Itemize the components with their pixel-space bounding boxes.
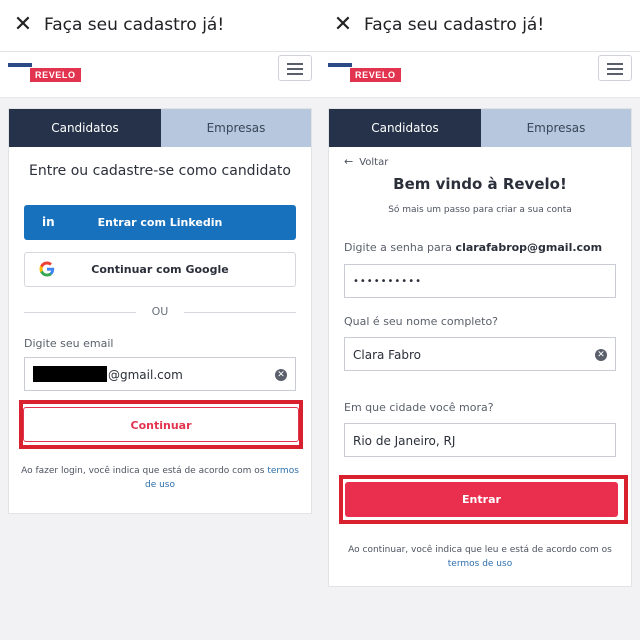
email-value: @gmail.com xyxy=(108,368,183,382)
logo-text: REVELO xyxy=(350,68,401,82)
tab-candidatos[interactable]: Candidatos xyxy=(329,109,481,147)
user-type-tabs: Candidatos Empresas xyxy=(9,109,311,147)
password-value: •••••••••• xyxy=(353,276,422,287)
revelo-logo[interactable]: REVELO xyxy=(8,62,82,84)
or-divider: OU xyxy=(24,305,296,319)
arrow-left-icon: ← xyxy=(344,155,354,168)
back-label: Voltar xyxy=(359,157,389,168)
tab-empresas[interactable]: Empresas xyxy=(481,109,631,147)
full-name-value: Clara Fabro xyxy=(353,348,421,362)
close-icon[interactable]: ✕ xyxy=(12,14,34,36)
signup-card: Candidatos Empresas ← Voltar Bem vindo à … xyxy=(328,108,632,587)
city-value: Rio de Janeiro, RJ xyxy=(353,434,456,448)
full-name-field[interactable]: Clara Fabro ✕ xyxy=(344,337,616,371)
email-label: Digite seu email xyxy=(24,337,114,350)
enter-button[interactable]: Entrar xyxy=(345,482,618,517)
google-login-button[interactable]: Continuar com Google xyxy=(24,252,296,287)
linkedin-login-button[interactable]: in Entrar com Linkedin xyxy=(24,205,296,240)
terms-text: Ao continuar, você indica que leu e está… xyxy=(348,545,612,555)
menu-button[interactable] xyxy=(278,55,312,81)
password-label: Digite a senha para clarafabrop@gmail.co… xyxy=(344,241,603,254)
revelo-logo[interactable]: REVELO xyxy=(328,62,402,84)
signup-screen-details: ✕ Faça seu cadastro já! REVELO Candidato… xyxy=(320,0,640,640)
city-field[interactable]: Rio de Janeiro, RJ xyxy=(344,423,616,457)
window-title: Faça seu cadastro já! xyxy=(44,15,225,35)
clear-icon[interactable]: ✕ xyxy=(595,349,607,361)
full-name-label: Qual é seu nome completo? xyxy=(344,315,499,328)
signup-screen-email: ✕ Faça seu cadastro já! REVELO Candidato… xyxy=(0,0,320,640)
clear-icon[interactable]: ✕ xyxy=(275,369,287,381)
terms-notice: Ao fazer login, você indica que está de … xyxy=(17,464,303,492)
app-header: REVELO xyxy=(0,52,320,98)
continue-button[interactable]: Continuar xyxy=(23,407,299,442)
tab-empresas[interactable]: Empresas xyxy=(161,109,311,147)
hamburger-icon xyxy=(287,63,303,65)
city-label: Em que cidade você mora? xyxy=(344,401,494,414)
email-field[interactable]: @gmail.com ✕ xyxy=(24,357,296,391)
google-icon xyxy=(39,261,55,277)
hamburger-icon xyxy=(607,63,623,65)
password-field[interactable]: •••••••••• xyxy=(344,264,616,298)
page-subheading: Só mais um passo para criar a sua conta xyxy=(388,205,572,215)
close-icon[interactable]: ✕ xyxy=(332,14,354,36)
back-link[interactable]: ← Voltar xyxy=(344,155,388,168)
page-heading: Bem vindo à Revelo! xyxy=(393,175,567,193)
highlight-box: Entrar xyxy=(339,475,628,524)
terms-link[interactable]: termos de uso xyxy=(448,559,512,569)
user-type-tabs: Candidatos Empresas xyxy=(329,109,631,147)
title-bar: ✕ Faça seu cadastro já! xyxy=(0,0,320,52)
menu-button[interactable] xyxy=(598,55,632,81)
terms-notice: Ao continuar, você indica que leu e está… xyxy=(337,543,623,571)
page-heading: Entre ou cadastre-se como candidato xyxy=(29,163,291,179)
linkedin-button-label: Entrar com Linkedin xyxy=(97,216,223,229)
logo-text: REVELO xyxy=(30,68,81,82)
logo-stripe xyxy=(328,63,352,67)
logo-stripe xyxy=(8,63,32,67)
redacted-text xyxy=(33,366,107,382)
terms-text: Ao fazer login, você indica que está de … xyxy=(21,466,265,476)
linkedin-icon: in xyxy=(42,215,55,229)
signup-card: Candidatos Empresas Entre ou cadastre-se… xyxy=(8,108,312,514)
app-header: REVELO xyxy=(320,52,640,98)
highlight-box: Continuar xyxy=(19,400,303,449)
window-title: Faça seu cadastro já! xyxy=(364,15,545,35)
tab-candidatos[interactable]: Candidatos xyxy=(9,109,161,147)
google-button-label: Continuar com Google xyxy=(91,263,229,276)
account-email: clarafabrop@gmail.com xyxy=(455,241,603,254)
title-bar: ✕ Faça seu cadastro já! xyxy=(320,0,640,52)
